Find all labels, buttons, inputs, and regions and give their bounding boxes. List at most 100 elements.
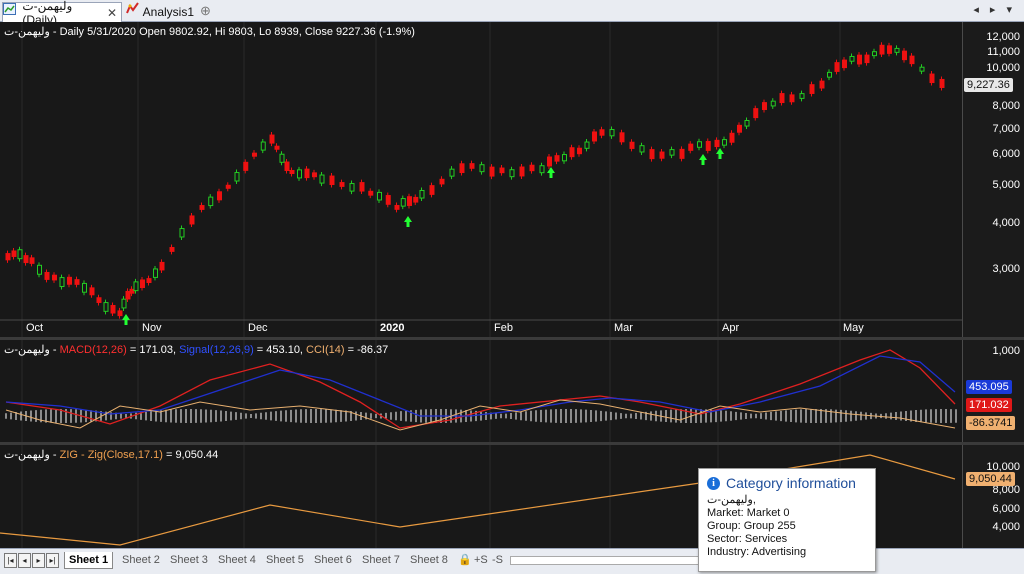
- y-tick: 7,000: [992, 123, 1020, 135]
- candle-body: [519, 166, 525, 177]
- candle-body: [819, 80, 825, 89]
- tab-analysis1[interactable]: Analysis1: [126, 2, 198, 22]
- candle-body: [159, 261, 165, 271]
- category-info-popup: i Category information ولیهمن-ت, Market:…: [698, 468, 876, 572]
- candle-body: [297, 169, 302, 179]
- candle-body: [679, 148, 685, 159]
- popup-title: Category information: [726, 475, 856, 491]
- row-value: Advertising: [751, 546, 807, 558]
- candle-body: [753, 108, 759, 119]
- prev-sheet-button[interactable]: ◂: [18, 553, 31, 568]
- sheet-tab-1[interactable]: Sheet 1: [64, 552, 114, 569]
- y-tick: 11,000: [987, 46, 1020, 58]
- x-tick: Feb: [494, 322, 513, 334]
- candle-body: [449, 168, 455, 177]
- buy-signal-arrow: [547, 167, 555, 178]
- last-sheet-button[interactable]: ▸|: [46, 553, 59, 568]
- row-value: Group 255: [743, 520, 796, 532]
- y-tick: 3,000: [992, 263, 1020, 275]
- cci-tag: -86.3741: [966, 416, 1016, 430]
- candle-body: [729, 132, 735, 143]
- tab-daily-chart[interactable]: ولیهمن-ت (Daily) ✕: [2, 0, 122, 27]
- candle-body: [407, 196, 412, 206]
- candle-body: [29, 257, 35, 264]
- add-sheet-button[interactable]: +S: [472, 552, 490, 568]
- candle-body: [857, 54, 862, 65]
- candle-body: [639, 145, 645, 153]
- sheet-tab-5[interactable]: Sheet 5: [262, 552, 308, 568]
- candle-body: [23, 255, 29, 264]
- price-pane-title: ولیهمن-ت - Daily 5/31/2020 Open 9802.92,…: [4, 26, 415, 38]
- signal-value: = 453.10,: [253, 344, 307, 356]
- candle-body: [319, 174, 325, 184]
- sheet-tab-3[interactable]: Sheet 3: [166, 552, 212, 568]
- candle-body: [377, 191, 382, 201]
- candle-body: [385, 195, 391, 205]
- sheet-tab-6[interactable]: Sheet 6: [310, 552, 356, 568]
- candle-body: [44, 271, 50, 280]
- price-axis: 12,000 11,000 10,000 8,000 7,000 6,000 5…: [962, 22, 1024, 337]
- candle-body: [722, 139, 727, 146]
- y-tick: 4,000: [992, 521, 1020, 533]
- buy-signal-arrow: [716, 148, 724, 159]
- signal-label: Signal(12,26,9): [179, 344, 254, 356]
- candle-body: [217, 191, 222, 201]
- popup-row: Industry: Advertising: [707, 546, 867, 558]
- candle-body: [121, 298, 127, 309]
- x-tick: Apr: [722, 322, 740, 334]
- candle-body: [429, 185, 435, 195]
- y-tick: 6,000: [992, 148, 1020, 160]
- y-tick: 8,000: [992, 100, 1020, 112]
- first-sheet-button[interactable]: |◂: [4, 553, 17, 568]
- candle-body: [359, 182, 365, 192]
- candle-body: [887, 45, 892, 54]
- window-nav-arrows[interactable]: ◂ ▸ ▾: [973, 3, 1016, 16]
- macd-label: MACD(12,26): [59, 344, 127, 356]
- tab-label: Analysis1: [142, 5, 194, 19]
- buy-signal-arrow: [122, 314, 130, 325]
- next-sheet-button[interactable]: ▸: [32, 553, 45, 568]
- popup-row: Group: Group 255: [707, 520, 867, 532]
- x-tick: Mar: [614, 322, 633, 334]
- macd-value: = 171.03,: [126, 344, 180, 356]
- candle-body: [459, 163, 465, 174]
- candle-body: [413, 196, 419, 203]
- row-label: Sector:: [707, 533, 742, 545]
- candle-body: [284, 161, 290, 171]
- candle-body: [529, 164, 535, 172]
- sheet-tab-4[interactable]: Sheet 4: [214, 552, 260, 568]
- candle-body: [737, 124, 742, 133]
- candle-body: [349, 183, 355, 192]
- horizontal-scrollbar[interactable]: [510, 556, 712, 565]
- popup-symbol: ولیهمن-ت,: [707, 494, 756, 506]
- row-label: Market:: [707, 507, 744, 519]
- sheet-tab-7[interactable]: Sheet 7: [358, 552, 404, 568]
- new-tab-icon[interactable]: ⊕: [200, 3, 211, 19]
- sheet-tab-8[interactable]: Sheet 8: [406, 552, 452, 568]
- remove-sheet-button[interactable]: -S: [490, 552, 505, 568]
- candle-body: [714, 139, 720, 148]
- candle-body: [260, 141, 266, 151]
- price-pane[interactable]: ولیهمن-ت - Daily 5/31/2020 Open 9802.92,…: [0, 22, 1024, 337]
- candle-body: [74, 279, 80, 285]
- symbol-label: ولیهمن-ت -: [4, 344, 60, 356]
- macd-pane[interactable]: ولیهمن-ت - MACD(12,26) = 171.03, Signal(…: [0, 340, 1024, 442]
- candle-body: [499, 167, 505, 174]
- chart-window-icon: [3, 3, 18, 19]
- x-tick: 2020: [380, 322, 405, 334]
- close-icon[interactable]: ✕: [107, 6, 117, 20]
- signal-line: [5, 355, 956, 417]
- candle-body: [919, 66, 925, 72]
- candle-body: [705, 140, 711, 151]
- x-tick: Dec: [248, 322, 268, 334]
- candle-body: [208, 196, 214, 207]
- zig-axis: 10,000 8,000 6,000 4,000: [962, 445, 1024, 548]
- candle-body: [909, 55, 915, 65]
- candle-body: [234, 172, 240, 182]
- candle-body: [770, 100, 776, 107]
- candle-body: [872, 51, 877, 57]
- sheet-tab-2[interactable]: Sheet 2: [118, 552, 164, 568]
- candle-body: [419, 189, 425, 199]
- buy-signal-arrow: [699, 154, 707, 165]
- candle-body: [153, 268, 158, 278]
